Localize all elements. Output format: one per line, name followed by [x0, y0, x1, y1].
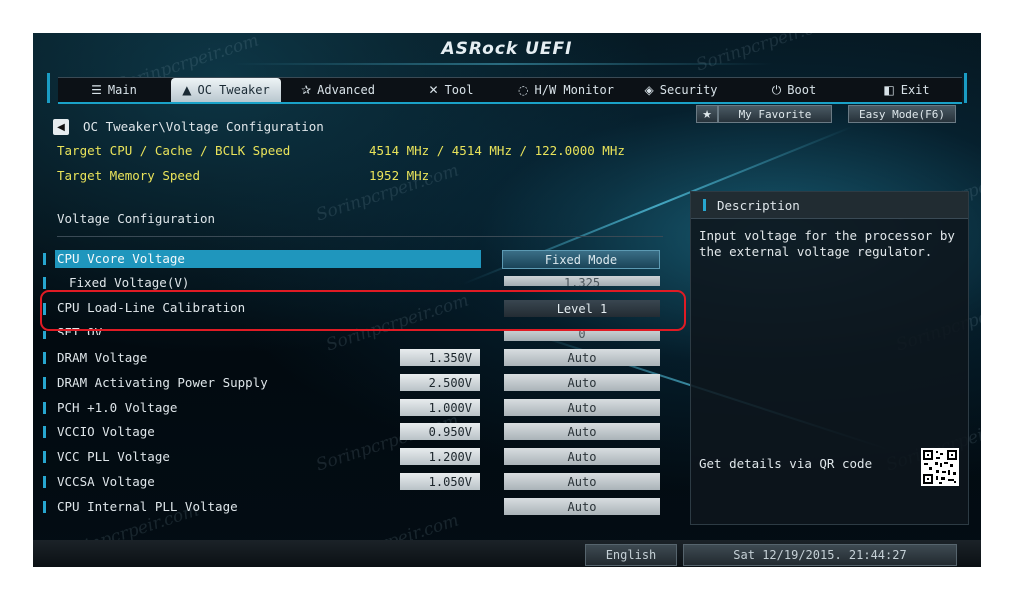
target-memory-label: Target Memory Speed: [57, 168, 200, 183]
tab-label: OC Tweaker: [197, 83, 270, 97]
tab-label: Tool: [444, 83, 474, 97]
tab-exit[interactable]: ◧ Exit: [851, 78, 962, 102]
row-marker: [43, 253, 46, 265]
row-marker: [43, 402, 46, 414]
setting-label[interactable]: DRAM Activating Power Supply: [57, 375, 268, 390]
breadcrumb: OC Tweaker\Voltage Configuration: [83, 119, 324, 134]
power-icon: ⏻: [771, 82, 782, 97]
status-bar: English Sat 12/19/2015. 21:44:27: [33, 540, 981, 567]
row-marker: [43, 277, 46, 289]
tab-advanced[interactable]: ✰ Advanced: [282, 78, 394, 102]
list-icon: ☰: [91, 83, 102, 97]
target-cpu-label: Target CPU / Cache / BCLK Speed: [57, 143, 291, 158]
row-marker: [43, 377, 46, 389]
tab-security[interactable]: ◈ Security: [625, 78, 737, 102]
setting-value[interactable]: Auto: [504, 498, 660, 515]
qr-code-graphic: [923, 450, 957, 484]
setting-value[interactable]: Auto: [504, 349, 660, 366]
datetime-display[interactable]: Sat 12/19/2015. 21:44:27: [683, 544, 957, 566]
setting-value[interactable]: Auto: [504, 374, 660, 391]
setting-value[interactable]: Auto: [504, 448, 660, 465]
easy-mode-button[interactable]: Easy Mode(F6): [848, 105, 956, 123]
header-accent: [703, 199, 706, 211]
star-icon: ★: [702, 107, 712, 121]
target-memory-value: 1952 MHz: [369, 168, 430, 183]
current-voltage: 0.950V: [400, 423, 480, 440]
setting-label[interactable]: CPU Internal PLL Voltage: [57, 499, 238, 514]
row-marker: [43, 426, 46, 438]
tab-hw-monitor[interactable]: ◌ H/W Monitor: [508, 78, 624, 102]
tab-label: Main: [107, 83, 137, 97]
back-button[interactable]: ◀: [53, 119, 69, 135]
setting-value[interactable]: Auto: [504, 399, 660, 416]
my-favorite-button[interactable]: My Favorite: [718, 105, 832, 123]
row-marker: [43, 331, 46, 339]
app-title: ASRock UEFI: [441, 39, 573, 59]
description-title: Description: [717, 198, 800, 213]
monitor-icon: ◌: [518, 83, 529, 97]
setting-value[interactable]: 1.325: [504, 276, 660, 286]
tab-tool[interactable]: ✕ Tool: [395, 78, 507, 102]
setting-label[interactable]: CPU Vcore Voltage: [57, 251, 185, 266]
setting-value[interactable]: Auto: [504, 473, 660, 490]
current-voltage: 2.500V: [400, 374, 480, 391]
tab-bar: ☰ Main ▲ OC Tweaker ✰ Advanced ✕ Tool ◌ …: [58, 77, 962, 104]
setting-label[interactable]: DRAM Voltage: [57, 350, 147, 365]
tab-label: Security: [659, 83, 718, 97]
setting-label[interactable]: VCCIO Voltage: [57, 424, 155, 439]
target-cpu-value: 4514 MHz / 4514 MHz / 122.0000 MHz: [369, 143, 625, 158]
highlight-outline: [40, 290, 686, 331]
back-arrow-icon: ◀: [57, 121, 65, 133]
language-button[interactable]: English: [585, 544, 677, 566]
description-text: Input voltage for the processor by the e…: [699, 228, 955, 259]
qr-caption: Get details via QR code: [699, 456, 873, 471]
setting-label[interactable]: Fixed Voltage(V): [69, 275, 189, 290]
row-marker: [43, 352, 46, 364]
current-voltage: 1.200V: [400, 448, 480, 465]
tab-label: H/W Monitor: [534, 83, 614, 97]
row-marker: [43, 501, 46, 513]
setting-label[interactable]: VCCSA Voltage: [57, 474, 155, 489]
watermark: Sorinpcrpeir.com: [313, 410, 462, 476]
favorite-star-button[interactable]: ★: [696, 105, 718, 123]
section-title: Voltage Configuration: [57, 211, 216, 226]
section-divider: [57, 236, 663, 237]
current-voltage: 1.000V: [400, 399, 480, 416]
setting-label[interactable]: PCH +1.0 Voltage: [57, 400, 177, 415]
description-panel: Description Input voltage for the proces…: [690, 191, 969, 525]
rocket-icon: ▲: [182, 83, 192, 97]
qr-code-icon[interactable]: [921, 448, 959, 486]
tab-label: Advanced: [317, 83, 375, 97]
row-marker: [43, 476, 46, 488]
tab-label: Exit: [900, 83, 930, 97]
tab-main[interactable]: ☰ Main: [58, 78, 170, 102]
setting-value[interactable]: Fixed Mode: [502, 250, 660, 269]
shield-icon: ◈: [644, 83, 654, 97]
row-marker: [43, 451, 46, 463]
tab-oc-tweaker[interactable]: ▲ OC Tweaker: [171, 78, 281, 102]
tab-label: Boot: [787, 83, 817, 97]
tab-boot[interactable]: ⏻ Boot: [738, 78, 850, 102]
tools-icon: ✕: [428, 83, 439, 97]
setting-value[interactable]: Auto: [504, 423, 660, 440]
left-accent-bar: [47, 73, 50, 103]
decor-streak: [233, 63, 773, 65]
right-accent-bar: [964, 73, 967, 103]
current-voltage: 1.350V: [400, 349, 480, 366]
star-icon: ✰: [301, 83, 312, 97]
exit-icon: ◧: [883, 83, 895, 97]
description-header: Description: [691, 192, 968, 219]
setting-label[interactable]: VCC PLL Voltage: [57, 449, 170, 464]
uefi-screen: Sorinpcrpeir.com Sorinpcrpeir.com Sorinp…: [33, 33, 981, 567]
current-voltage: 1.050V: [400, 473, 480, 490]
